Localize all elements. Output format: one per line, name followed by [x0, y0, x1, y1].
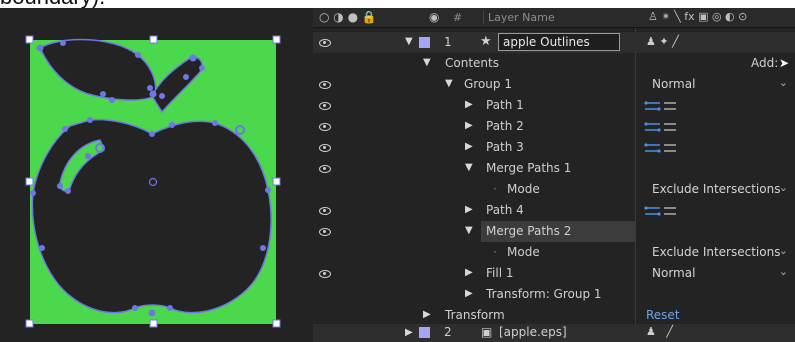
- timeline-header: ○ ◑ ● 🔒 ◉ # Layer Name ♙ ✴ ╲ fx ▣ ◎ ◐ ⊙: [313, 8, 795, 28]
- visibility-eye-icon[interactable]: [319, 36, 331, 48]
- visibility-eye-icon[interactable]: [319, 162, 331, 174]
- property-bullet: ·: [493, 182, 497, 196]
- expand-triangle-icon[interactable]: ▼: [423, 57, 431, 68]
- expand-triangle-icon[interactable]: ▶: [465, 204, 473, 215]
- shape-layer-star-icon: ★: [480, 34, 492, 49]
- chevron-down-icon: ⌄: [778, 181, 788, 194]
- path1-label: Path 1: [486, 98, 524, 112]
- layer-label-color[interactable]: [419, 37, 430, 48]
- expand-triangle-icon[interactable]: ▶: [465, 288, 473, 299]
- reset-link[interactable]: Reset: [646, 308, 680, 322]
- merge-paths1-label: Merge Paths 1: [486, 161, 572, 175]
- merge-mode-value: Exclude Intersections: [652, 245, 781, 259]
- visibility-eye-icon[interactable]: [319, 120, 331, 132]
- timeline-panel: ○ ◑ ● 🔒 ◉ # Layer Name ♙ ✴ ╲ fx ▣ ◎ ◐ ⊙ …: [313, 8, 795, 342]
- blend-mode-value: Normal: [652, 77, 696, 91]
- group1-label: Group 1: [464, 77, 512, 91]
- expand-triangle-icon[interactable]: ▶: [465, 141, 473, 152]
- path-direction-icon[interactable]: [644, 120, 678, 134]
- visibility-eye-icon[interactable]: [319, 225, 331, 237]
- layer-name-field[interactable]: apple Outlines: [498, 33, 620, 51]
- composition-viewer[interactable]: [0, 8, 313, 342]
- fill1-row[interactable]: ▶ Fill 1 Normal ⌄: [313, 263, 795, 284]
- fill1-label: Fill 1: [486, 266, 514, 280]
- layer-switches[interactable]: ♟ ╱: [646, 325, 673, 338]
- path3-label: Path 3: [486, 140, 524, 154]
- group1-row[interactable]: ▼ Group 1 Normal ⌄: [313, 74, 795, 95]
- add-label: Add:: [751, 56, 779, 70]
- expand-triangle-icon[interactable]: ▶: [465, 99, 473, 110]
- transform-group1-row[interactable]: ▶ Transform: Group 1: [313, 284, 795, 305]
- merge-mode-select[interactable]: Exclude Intersections ⌄: [646, 243, 792, 261]
- merge-paths1-row[interactable]: ▼ Merge Paths 1: [313, 158, 795, 179]
- property-bullet: ·: [493, 245, 497, 259]
- number-column-header: #: [453, 11, 463, 24]
- expand-triangle-icon[interactable]: ▶: [423, 309, 431, 320]
- visibility-eye-icon[interactable]: [319, 99, 331, 111]
- mode-label: Mode: [507, 245, 540, 259]
- fill-blend-value: Normal: [652, 266, 696, 280]
- merge-mode-value: Exclude Intersections: [652, 182, 781, 196]
- chevron-down-icon: ⌄: [778, 76, 788, 89]
- transform-row[interactable]: ▶ Transform Reset: [313, 305, 795, 326]
- contents-row[interactable]: ▼ Contents Add: ➤: [313, 53, 795, 74]
- add-menu-icon[interactable]: ➤: [779, 56, 789, 70]
- merge-paths2-label: Merge Paths 2: [486, 224, 572, 238]
- path-direction-icon[interactable]: [644, 141, 678, 155]
- layer-switch-icons[interactable]: ♙ ✴ ╲ fx ▣ ◎ ◐ ⊙: [648, 10, 747, 23]
- merge2-mode-row[interactable]: · Mode Exclude Intersections ⌄: [313, 242, 795, 263]
- chevron-down-icon: ⌄: [778, 244, 788, 257]
- layer-name[interactable]: [apple.eps]: [499, 325, 567, 339]
- path2-label: Path 2: [486, 119, 524, 133]
- caption-fragment: boundary).: [0, 0, 300, 8]
- layer-number: 1: [444, 35, 452, 49]
- visibility-eye-icon[interactable]: [319, 141, 331, 153]
- layer-label-color[interactable]: [419, 327, 430, 338]
- expand-triangle-icon[interactable]: ▶: [405, 327, 413, 338]
- merge-mode-select[interactable]: Exclude Intersections ⌄: [646, 180, 792, 198]
- path-direction-icon[interactable]: [644, 99, 678, 113]
- caption-text: boundary).: [0, 0, 105, 8]
- composition-canvas[interactable]: [0, 8, 313, 342]
- layer-number: 2: [444, 325, 452, 339]
- layer-row-apple-outlines[interactable]: ▼ 1 ★ apple Outlines ♟ ✦ ╱: [313, 32, 795, 53]
- visibility-eye-icon[interactable]: [319, 78, 331, 90]
- expand-triangle-icon[interactable]: ▼: [445, 78, 453, 89]
- merge-paths2-row[interactable]: ▼ Merge Paths 2: [313, 221, 795, 242]
- layer-row-apple-eps[interactable]: ▶ 2 ▣ [apple.eps] ♟ ╱: [313, 324, 795, 342]
- blend-mode-select[interactable]: Normal ⌄: [646, 75, 792, 93]
- visibility-eye-icon[interactable]: [319, 204, 331, 216]
- path4-label: Path 4: [486, 203, 524, 217]
- av-switch-icons[interactable]: ○ ◑ ● 🔒: [319, 10, 377, 24]
- path2-row[interactable]: ▶ Path 2: [313, 116, 795, 137]
- path-direction-icon[interactable]: [644, 204, 678, 218]
- fill-blend-select[interactable]: Normal ⌄: [646, 264, 792, 282]
- mode-label: Mode: [507, 182, 540, 196]
- footage-icon: ▣: [481, 325, 493, 339]
- apple-shape[interactable]: [31, 118, 272, 314]
- merge1-mode-row[interactable]: · Mode Exclude Intersections ⌄: [313, 179, 795, 200]
- chevron-down-icon: ⌄: [778, 265, 788, 278]
- path4-row[interactable]: ▶ Path 4: [313, 200, 795, 221]
- visibility-eye-icon[interactable]: [319, 267, 331, 279]
- layer-switches[interactable]: ♟ ✦ ╱: [646, 35, 679, 48]
- expand-triangle-icon[interactable]: ▼: [465, 162, 473, 173]
- contents-label: Contents: [445, 56, 499, 70]
- transform-label: Transform: [445, 308, 505, 322]
- expand-triangle-icon[interactable]: ▼: [405, 36, 413, 47]
- expand-triangle-icon[interactable]: ▶: [465, 120, 473, 131]
- tag-icon[interactable]: ◉: [429, 10, 439, 24]
- transform-group1-label: Transform: Group 1: [486, 287, 602, 301]
- expand-triangle-icon[interactable]: ▼: [465, 225, 473, 236]
- layer-name-column-header[interactable]: Layer Name: [483, 11, 555, 24]
- expand-triangle-icon[interactable]: ▶: [465, 267, 473, 278]
- path3-row[interactable]: ▶ Path 3: [313, 137, 795, 158]
- path1-row[interactable]: ▶ Path 1: [313, 95, 795, 116]
